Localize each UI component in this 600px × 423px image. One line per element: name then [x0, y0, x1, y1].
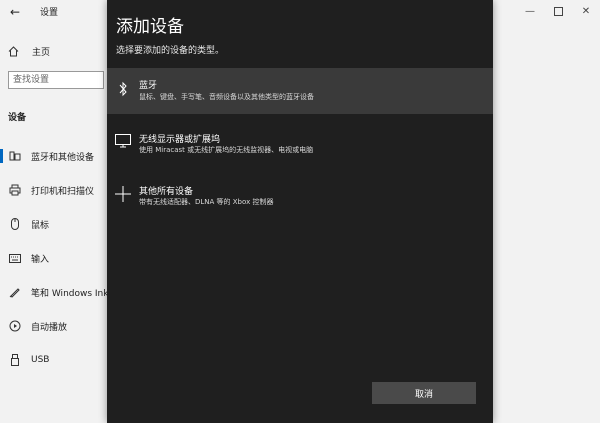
home-icon [8, 42, 19, 61]
pen-icon [8, 286, 22, 298]
usb-icon [8, 354, 22, 366]
back-arrow-icon[interactable]: ← [10, 5, 20, 19]
bluetooth-devices-icon [8, 150, 22, 162]
option-title: 蓝牙 [139, 81, 158, 91]
sidebar-item-autoplay[interactable]: 自动播放 [0, 316, 107, 336]
keyboard-icon [8, 253, 22, 263]
minimize-icon[interactable]: — [516, 0, 544, 22]
sidebar-item-bluetooth[interactable]: 蓝牙和其他设备 [0, 146, 107, 166]
sidebar-item-typing[interactable]: 输入 [0, 248, 107, 268]
sidebar-item-usb[interactable]: USB [0, 350, 107, 370]
active-indicator [0, 149, 3, 163]
option-bluetooth[interactable]: 蓝牙 鼠标、键盘、手写笔、音频设备以及其他类型的蓝牙设备 [107, 68, 493, 114]
mouse-icon [8, 218, 22, 230]
printer-icon [8, 184, 22, 196]
option-title: 无线显示器或扩展坞 [139, 135, 221, 145]
sidebar-item-label: 自动播放 [31, 322, 68, 333]
plus-icon [114, 185, 132, 203]
option-everything-else[interactable]: 其他所有设备 带有无线适配器、DLNA 等的 Xbox 控制器 [107, 178, 493, 224]
close-icon[interactable]: ✕ [572, 0, 600, 22]
maximize-icon[interactable] [544, 0, 572, 22]
option-title: 其他所有设备 [139, 187, 194, 197]
sidebar-item-printers[interactable]: 打印机和扫描仪 [0, 180, 107, 200]
home-label: 主页 [32, 48, 51, 58]
add-device-dialog: 添加设备 选择要添加的设备的类型。 蓝牙 鼠标、键盘、手写笔、音频设备以及其他类… [107, 0, 493, 423]
sidebar-item-label: 输入 [31, 254, 50, 265]
cancel-button[interactable]: 取消 [372, 382, 476, 404]
sidebar-item-mouse[interactable]: 鼠标 [0, 214, 107, 234]
sidebar-item-label: 笔和 Windows Ink [31, 288, 107, 299]
monitor-icon [114, 132, 132, 150]
option-description: 鼠标、键盘、手写笔、音频设备以及其他类型的蓝牙设备 [139, 93, 314, 101]
sidebar-item-label: 鼠标 [31, 220, 50, 231]
option-wireless-display[interactable]: 无线显示器或扩展坞 使用 Miracast 或无线扩展坞的无线监视器、电视或电脑 [107, 124, 493, 170]
option-description: 带有无线适配器、DLNA 等的 Xbox 控制器 [139, 198, 274, 206]
option-description: 使用 Miracast 或无线扩展坞的无线监视器、电视或电脑 [139, 146, 314, 154]
window-controls: — ✕ [516, 0, 600, 22]
sidebar-item-label: 打印机和扫描仪 [31, 186, 95, 197]
window-title: 设置 [40, 8, 59, 18]
dialog-title: 添加设备 [116, 17, 184, 37]
dialog-subtitle: 选择要添加的设备的类型。 [116, 46, 225, 56]
search-input[interactable]: 查找设置 [8, 71, 104, 89]
section-title: 设备 [8, 113, 27, 123]
sidebar-item-label: 蓝牙和其他设备 [31, 152, 95, 163]
sidebar-item-pen[interactable]: 笔和 Windows Ink [0, 282, 107, 302]
autoplay-icon [8, 320, 22, 332]
nav-home[interactable]: 主页 [8, 42, 50, 61]
bluetooth-icon [114, 80, 132, 98]
sidebar-item-label: USB [31, 355, 50, 365]
